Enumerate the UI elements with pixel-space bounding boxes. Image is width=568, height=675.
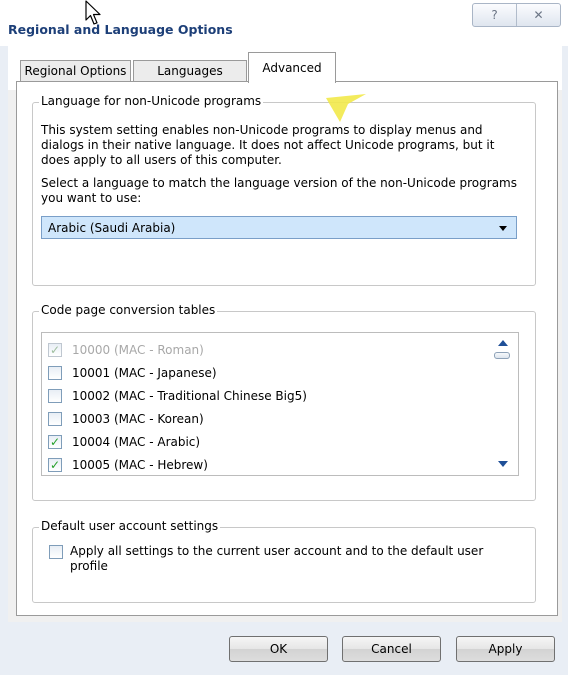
tab-regional-options[interactable]: Regional Options	[20, 60, 131, 81]
language-dropdown[interactable]: Arabic (Saudi Arabia)	[41, 216, 517, 239]
dialog-button-bar: OK Cancel Apply	[0, 622, 568, 675]
default-user-group: Default user account settings Apply all …	[32, 519, 536, 603]
default-user-checkbox-row[interactable]: Apply all settings to the current user a…	[49, 544, 519, 574]
scroll-up-arrow-icon[interactable]	[498, 340, 508, 346]
scrollbar-thumb[interactable]	[494, 352, 510, 359]
list-item-label: 10005 (MAC - Hebrew)	[72, 458, 208, 472]
non-unicode-description: This system setting enables non-Unicode …	[41, 123, 495, 167]
tooltip-pointer-icon	[326, 94, 366, 122]
list-item-label: 10002 (MAC - Traditional Chinese Big5)	[72, 389, 307, 403]
language-dropdown-value: Arabic (Saudi Arabia)	[48, 221, 176, 235]
checkbox-10000[interactable]: ✓	[48, 343, 62, 357]
list-item[interactable]: ✓ 10005 (MAC - Hebrew)	[48, 456, 208, 474]
checkbox-10002[interactable]	[48, 389, 62, 403]
non-unicode-legend: Language for non-Unicode programs	[39, 94, 264, 108]
window-title: Regional and Language Options	[8, 22, 233, 37]
regional-language-dialog: Regional and Language Options ? ✕ Region…	[0, 0, 568, 675]
checkbox-10001[interactable]	[48, 366, 62, 380]
cancel-button[interactable]: Cancel	[342, 636, 441, 662]
checkbox-10005[interactable]: ✓	[48, 458, 62, 472]
apply-button[interactable]: Apply	[456, 636, 555, 662]
code-page-group: Code page conversion tables ✓ 10000 (MAC…	[32, 303, 536, 501]
tab-languages[interactable]: Languages	[133, 60, 247, 81]
list-item[interactable]: 10003 (MAC - Korean)	[48, 410, 204, 428]
ok-button[interactable]: OK	[229, 636, 328, 662]
close-icon[interactable]: ✕	[516, 4, 560, 26]
default-user-legend: Default user account settings	[39, 519, 221, 533]
mouse-cursor-icon	[85, 0, 101, 25]
default-user-checkbox-label: Apply all settings to the current user a…	[70, 544, 484, 573]
list-item[interactable]: 10001 (MAC - Japanese)	[48, 364, 217, 382]
scroll-down-arrow-icon[interactable]	[498, 461, 508, 467]
list-item[interactable]: ✓ 10004 (MAC - Arabic)	[48, 433, 200, 451]
code-page-legend: Code page conversion tables	[39, 303, 218, 317]
tab-advanced[interactable]: Advanced	[248, 52, 336, 83]
dialog-content: Regional Options Languages Advanced Lang…	[8, 46, 562, 622]
select-language-prompt: Select a language to match the language …	[41, 176, 517, 205]
help-icon[interactable]: ?	[473, 4, 516, 26]
title-bar: Regional and Language Options ? ✕	[0, 0, 568, 46]
default-user-checkbox[interactable]	[49, 545, 63, 559]
list-item-label: 10001 (MAC - Japanese)	[72, 366, 217, 380]
title-bar-controls: ? ✕	[472, 3, 561, 27]
list-item-label: 10003 (MAC - Korean)	[72, 412, 204, 426]
list-item-label: 10004 (MAC - Arabic)	[72, 435, 201, 449]
checkbox-10003[interactable]	[48, 412, 62, 426]
list-item[interactable]: 10002 (MAC - Traditional Chinese Big5)	[48, 387, 307, 405]
non-unicode-language-group: Language for non-Unicode programs This s…	[32, 94, 536, 286]
code-page-listbox[interactable]: ✓ 10000 (MAC - Roman) 10001 (MAC - Japan…	[41, 332, 519, 476]
chevron-down-icon[interactable]	[499, 226, 507, 231]
checkbox-10004[interactable]: ✓	[48, 435, 62, 449]
list-item[interactable]: ✓ 10000 (MAC - Roman)	[48, 341, 204, 359]
list-item-label: 10000 (MAC - Roman)	[72, 343, 204, 357]
